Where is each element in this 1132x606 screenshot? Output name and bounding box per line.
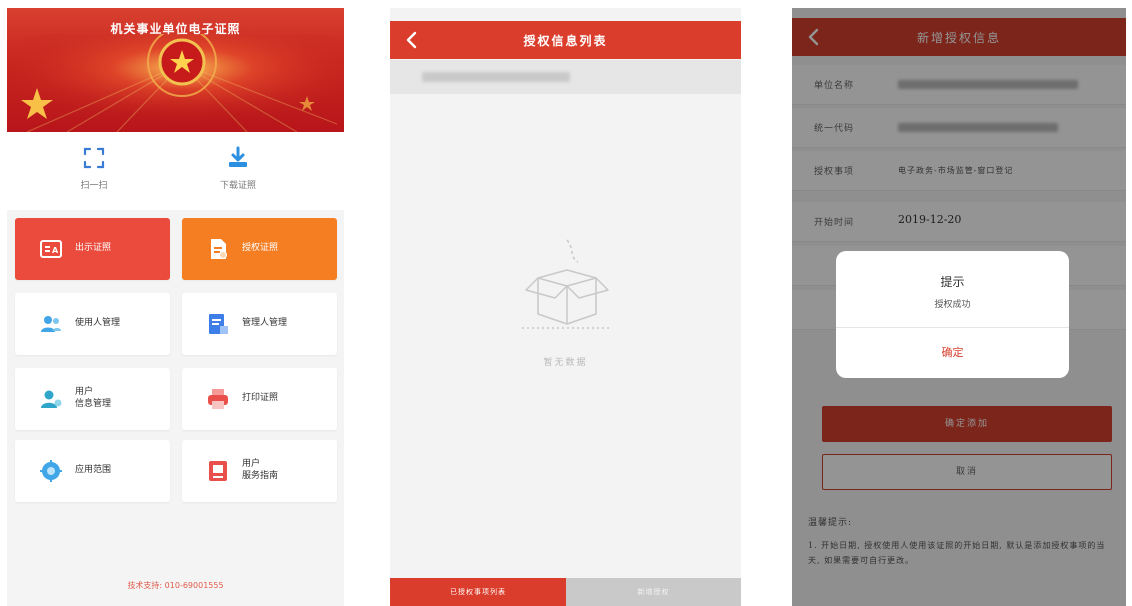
- download-license-button[interactable]: 下载证照: [193, 146, 283, 191]
- user-service-guide-card[interactable]: 用户 服务指南: [182, 440, 337, 502]
- scan-button[interactable]: 扫一扫: [49, 146, 139, 191]
- tech-support-text: 技术支持: 010-69001555: [127, 581, 224, 590]
- empty-text: 暂无数据: [543, 358, 588, 368]
- user-info-icon: [41, 390, 62, 408]
- home-banner: 机关事业单位电子证照: [7, 8, 344, 132]
- card-label: 使用人管理: [75, 318, 121, 328]
- scan-icon: [83, 147, 105, 169]
- scope-icon: [40, 460, 62, 482]
- success-dialog: 提示 授权成功 确定: [836, 251, 1069, 378]
- card-label: 打印证照: [242, 393, 279, 403]
- user-info-management-card[interactable]: 用户 信息管理: [15, 368, 170, 430]
- card-label: 用户 信息管理: [75, 387, 112, 409]
- organization-info-bar: [390, 60, 741, 94]
- nav-bar: 授权信息列表: [390, 21, 741, 59]
- card-label: 管理人管理: [242, 318, 288, 328]
- dialog-title: 提示: [940, 275, 965, 289]
- national-emblem-banner-image: [7, 34, 344, 132]
- printer-icon: [208, 389, 228, 409]
- quick-actions: 扫一扫 下载证照: [7, 132, 344, 210]
- scan-label: 扫一扫: [80, 181, 108, 191]
- tab-new-authorization[interactable]: 新增授权: [566, 578, 741, 606]
- show-license-card[interactable]: A 出示证照: [15, 218, 170, 280]
- card-label: 用户 服务指南: [242, 459, 279, 481]
- card-label: 应用范围: [75, 465, 112, 475]
- download-icon: [229, 146, 247, 167]
- manager-doc-icon: [209, 314, 228, 334]
- page-title: 授权信息列表: [523, 34, 608, 48]
- user-management-card[interactable]: 使用人管理: [15, 293, 170, 355]
- phone-authorization-list: 授权信息列表 暂无数据 已授权事项列表 新增授权: [390, 8, 741, 606]
- empty-box-icon: [522, 239, 612, 329]
- application-scope-card[interactable]: 应用范围: [15, 440, 170, 502]
- list-empty-state: 暂无数据: [390, 94, 741, 578]
- id-card-icon: A: [40, 240, 62, 258]
- dialog-message: 授权成功: [934, 300, 971, 310]
- phone-home-screen: 机关事业单位电子证照 扫一扫 下载证照 A 出示证照 授权证照 使用人管理 管理…: [7, 8, 344, 606]
- authorize-license-card[interactable]: 授权证照: [182, 218, 337, 280]
- tab-authorized-items[interactable]: 已授权事项列表: [390, 578, 566, 606]
- card-label: 出示证照: [75, 243, 112, 253]
- blurred-organization-name: [422, 72, 570, 82]
- authorize-doc-icon: [211, 239, 227, 259]
- administrator-management-card[interactable]: 管理人管理: [182, 293, 337, 355]
- svg-text:A: A: [52, 246, 59, 255]
- dialog-ok-button[interactable]: 确定: [836, 328, 1069, 378]
- bottom-tab-bar: 已授权事项列表 新增授权: [390, 578, 741, 606]
- phone-new-authorization: 新增授权信息 单位名称 统一代码 授权事项 电子政务-市场监管-窗口登记 开始时…: [792, 8, 1126, 606]
- users-icon: [41, 316, 61, 332]
- guide-icon: [209, 461, 227, 481]
- card-label: 授权证照: [242, 243, 279, 253]
- print-license-card[interactable]: 打印证照: [182, 368, 337, 430]
- download-label: 下载证照: [219, 181, 256, 191]
